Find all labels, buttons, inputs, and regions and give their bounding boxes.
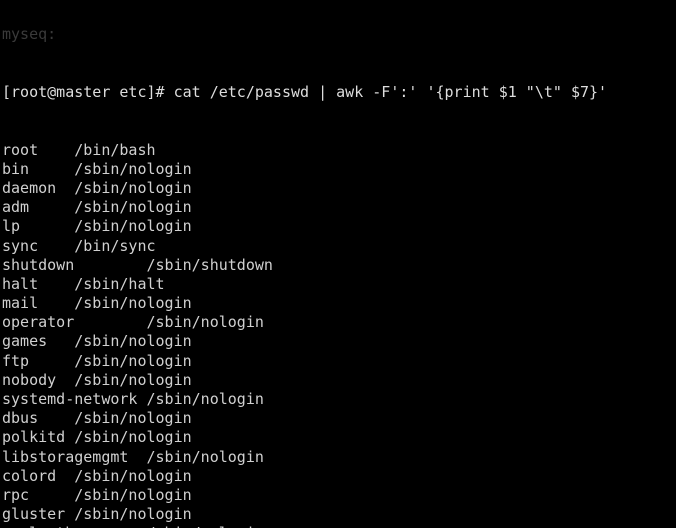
output-line: halt /sbin/halt <box>2 274 165 293</box>
terminal-window[interactable]: myseq: [root@master etc]# cat /etc/passw… <box>0 0 676 528</box>
output-line: lp /sbin/nologin <box>2 217 192 236</box>
output-line: sync /bin/sync <box>2 236 156 255</box>
scrollback-partial-line: myseq: <box>2 25 57 44</box>
output-line: systemd-network /sbin/nologin <box>2 390 264 409</box>
output-line: colord /sbin/nologin <box>2 466 192 485</box>
output-line: gluster /sbin/nologin <box>2 505 192 524</box>
output-line: saslauth /sbin/nologin <box>2 524 607 528</box>
output-line: operator /sbin/nologin <box>2 313 264 332</box>
command-prompt-line[interactable]: [root@master etc]# cat /etc/passwd | awk… <box>2 83 607 102</box>
command-output: root /bin/bash bin /sbin/nologin daemon /s… <box>2 141 607 528</box>
output-line: nobody /sbin/nologin <box>2 370 192 389</box>
output-line: shutdown /sbin/shutdown <box>2 255 273 274</box>
output-line: adm /sbin/nologin <box>2 198 192 217</box>
terminal-screen[interactable]: myseq: [root@master etc]# cat /etc/passw… <box>2 0 607 528</box>
output-line: dbus /sbin/nologin <box>2 409 192 428</box>
output-line: rpc /sbin/nologin <box>2 485 192 504</box>
output-line: polkitd /sbin/nologin <box>2 428 192 447</box>
output-line: ftp /sbin/nologin <box>2 351 192 370</box>
output-line: root /bin/bash <box>2 140 156 159</box>
output-line: bin /sbin/nologin <box>2 159 192 178</box>
output-line: games /sbin/nologin <box>2 332 192 351</box>
output-line: libstoragemgmt /sbin/nologin <box>2 447 264 466</box>
output-line: daemon /sbin/nologin <box>2 178 192 197</box>
output-line: mail /sbin/nologin <box>2 294 192 313</box>
